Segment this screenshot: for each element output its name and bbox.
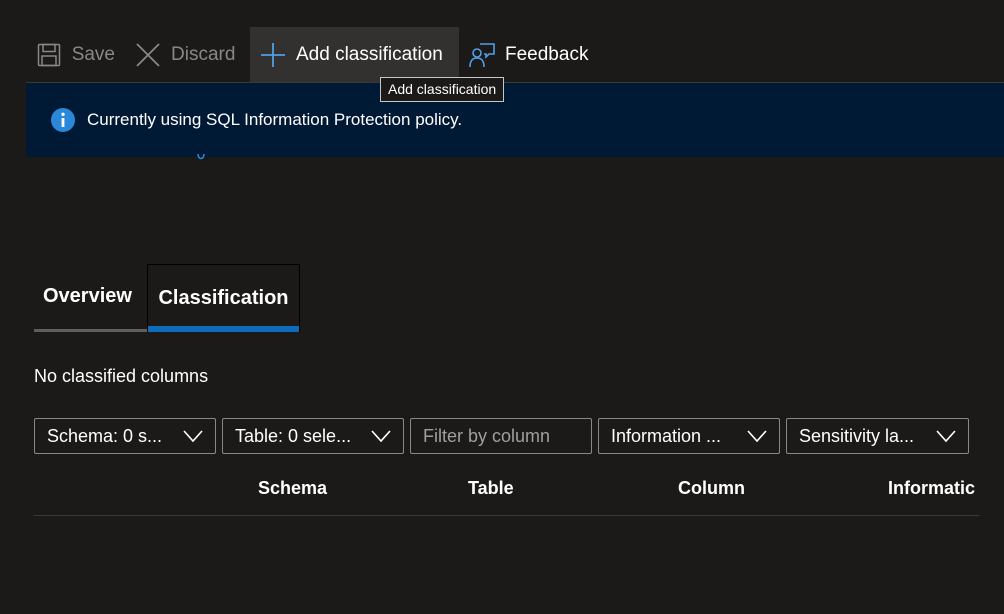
sensitivity-label-filter-dropdown[interactable]: Sensitivity la... xyxy=(786,418,969,454)
schema-filter-dropdown[interactable]: Schema: 0 s... xyxy=(34,418,216,454)
feedback-icon xyxy=(469,42,495,68)
tab-classification[interactable]: Classification xyxy=(147,264,300,332)
column-header-column[interactable]: Column xyxy=(678,478,745,499)
empty-state-message: No classified columns xyxy=(34,366,209,386)
info-banner: Currently using SQL Information Protecti… xyxy=(26,83,1004,157)
close-icon xyxy=(135,42,161,68)
table-header: Schema Table Column Informatic xyxy=(34,470,979,516)
column-filter-input[interactable]: Filter by column xyxy=(410,418,592,454)
discard-button[interactable]: Discard xyxy=(125,27,250,82)
discard-label: Discard xyxy=(171,43,236,65)
column-header-schema[interactable]: Schema xyxy=(258,478,327,499)
hidden-link-fragment xyxy=(196,151,206,161)
save-icon xyxy=(36,42,62,68)
table-filter-dropdown[interactable]: Table: 0 sele... xyxy=(222,418,404,454)
plus-icon xyxy=(260,42,286,68)
add-classification-label: Add classification xyxy=(296,43,443,65)
information-filter-value: Information ... xyxy=(611,425,722,446)
tooltip: Add classification xyxy=(380,77,505,102)
table-filter-value: Table: 0 sele... xyxy=(235,425,352,446)
feedback-button[interactable]: Feedback xyxy=(459,27,599,82)
column-filter-placeholder: Filter by column xyxy=(423,425,551,446)
chevron-down-icon xyxy=(747,430,767,443)
command-bar: Save Discard Add classification Feedback xyxy=(26,27,599,82)
information-type-filter-dropdown[interactable]: Information ... xyxy=(598,418,780,454)
sensitivity-filter-value: Sensitivity la... xyxy=(799,425,915,446)
feedback-label: Feedback xyxy=(505,43,589,65)
save-button[interactable]: Save xyxy=(26,27,125,82)
chevron-down-icon xyxy=(936,430,956,443)
tab-list: Overview Classification xyxy=(34,264,300,332)
save-label: Save xyxy=(71,43,115,65)
chevron-down-icon xyxy=(183,430,203,443)
tab-overview[interactable]: Overview xyxy=(34,264,147,332)
column-header-table[interactable]: Table xyxy=(468,478,514,499)
info-icon xyxy=(51,108,75,132)
filter-bar: Schema: 0 s... Table: 0 sele... Filter b… xyxy=(34,418,969,454)
banner-message: Currently using SQL Information Protecti… xyxy=(87,110,463,129)
tab-classification-label: Classification xyxy=(158,287,289,309)
schema-filter-value: Schema: 0 s... xyxy=(47,425,163,446)
add-classification-button[interactable]: Add classification xyxy=(250,27,459,82)
column-header-information-type[interactable]: Informatic xyxy=(888,478,975,499)
chevron-down-icon xyxy=(371,430,391,443)
tab-overview-label: Overview xyxy=(43,285,132,307)
